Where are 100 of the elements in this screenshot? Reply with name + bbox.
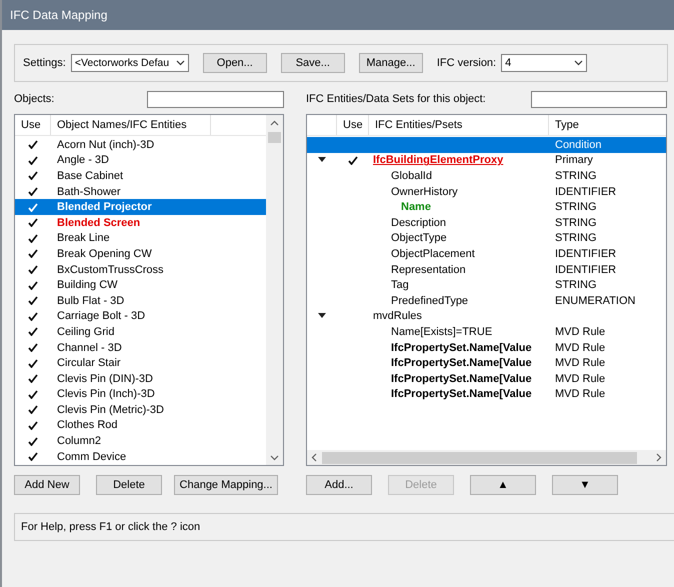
entity-type: STRING <box>555 170 597 182</box>
check-icon[interactable] <box>28 358 38 368</box>
object-row[interactable]: Building CW <box>15 277 266 293</box>
objects-search-field[interactable] <box>147 90 284 108</box>
object-row[interactable]: Column2 <box>15 433 266 449</box>
action-button[interactable]: Delete <box>96 475 162 495</box>
settings-button[interactable]: Manage... <box>358 53 423 73</box>
action-button[interactable]: Add... <box>306 475 372 495</box>
action-button[interactable]: ▲ <box>470 475 536 495</box>
check-icon[interactable] <box>28 265 38 274</box>
tree-row[interactable]: Condition <box>307 137 666 153</box>
column-header[interactable]: Use <box>15 115 51 135</box>
object-name: Acorn Nut (inch)-3D <box>56 138 154 151</box>
scroll-up-icon[interactable] <box>270 120 279 126</box>
object-row[interactable]: Blended Screen <box>15 214 266 231</box>
entities-label: IFC Entities/Data Sets for this object: <box>306 93 486 105</box>
check-icon[interactable] <box>28 296 38 306</box>
object-row[interactable]: Clothes Rod <box>15 418 266 434</box>
settings-button[interactable]: Save... <box>280 53 345 73</box>
entity-type: MVD Rule <box>555 372 606 385</box>
check-icon[interactable] <box>28 249 38 258</box>
check-icon[interactable] <box>28 218 38 228</box>
status-text: For Help, press F1 or click the ? icon <box>21 521 200 533</box>
check-icon[interactable] <box>28 327 38 336</box>
check-icon[interactable] <box>28 436 38 446</box>
check-icon[interactable] <box>28 343 38 352</box>
tree-row[interactable]: mvdRules <box>307 308 666 324</box>
object-name: Comm Device <box>56 450 126 463</box>
check-icon[interactable] <box>28 405 38 414</box>
object-row[interactable]: Channel - 3D <box>15 340 266 356</box>
scroll-thumb[interactable] <box>322 452 637 464</box>
object-name: Break Line <box>56 232 110 244</box>
column-header[interactable]: Use <box>337 115 369 135</box>
object-row[interactable]: BxCustomTrussCross <box>15 262 266 278</box>
chevron-icon <box>574 60 584 66</box>
column-header[interactable]: Type <box>549 115 579 135</box>
object-row[interactable]: Angle - 3D <box>15 152 266 168</box>
object-name: Channel - 3D <box>56 342 122 354</box>
check-icon[interactable] <box>28 374 38 384</box>
settings-dropdown[interactable]: <Vectorworks Defau <box>70 54 189 72</box>
scroll-thumb[interactable] <box>268 132 281 143</box>
object-row[interactable]: Base Cabinet <box>15 168 266 184</box>
horizontal-scrollbar[interactable] <box>307 450 666 465</box>
check-icon[interactable] <box>28 452 38 462</box>
entities-search-field[interactable] <box>531 90 667 108</box>
scroll-right-icon[interactable] <box>656 453 662 462</box>
expand-icon[interactable] <box>318 313 326 320</box>
object-row[interactable]: Comm Device <box>15 448 266 464</box>
object-name: Clevis Pin (Inch)-3D <box>56 388 155 400</box>
entity-name: IfcPropertySet.Name[Value <box>390 342 532 354</box>
object-row[interactable]: Ceiling Grid <box>15 324 266 340</box>
object-row[interactable]: Break Line <box>15 230 266 246</box>
check-icon[interactable] <box>28 420 38 430</box>
object-row[interactable]: Clevis Pin (Inch)-3D <box>15 386 266 402</box>
expand-icon[interactable] <box>318 157 326 164</box>
check-icon[interactable] <box>348 156 358 165</box>
object-row[interactable]: Bulb Flat - 3D <box>15 292 266 309</box>
scroll-down-icon[interactable] <box>270 455 279 461</box>
object-row[interactable]: Clevis Pin (Metric)-3D <box>15 402 266 418</box>
action-button[interactable]: Change Mapping... <box>174 475 278 495</box>
version-label: IFC version: <box>436 57 496 69</box>
entity-type: MVD Rule <box>555 388 606 400</box>
vertical-scrollbar[interactable] <box>266 115 283 465</box>
check-icon[interactable] <box>28 312 38 321</box>
check-icon[interactable] <box>28 171 38 180</box>
object-name: Ceiling Grid <box>56 326 114 338</box>
column-header[interactable]: IFC Entities/Psets <box>369 115 549 135</box>
entity-name: IfcPropertySet.Name[Value <box>390 388 532 400</box>
version-dropdown[interactable]: 4 <box>501 54 588 72</box>
entity-name: IfcPropertySet.Name[Value <box>390 372 532 385</box>
entity-name: PredefinedType <box>390 294 468 307</box>
object-row[interactable]: Clevis Pin (DIN)-3D <box>15 370 266 386</box>
entity-name: ObjectPlacement <box>390 248 475 260</box>
check-icon[interactable] <box>28 390 38 399</box>
check-icon[interactable] <box>28 234 38 243</box>
settings-button[interactable]: Open... <box>202 53 267 73</box>
object-name: Blended Projector <box>56 201 152 214</box>
action-button[interactable]: ▼ <box>552 475 618 495</box>
object-name: Clevis Pin (Metric)-3D <box>56 404 164 416</box>
action-button[interactable]: Add New <box>14 475 80 495</box>
object-row[interactable]: Carriage Bolt - 3D <box>15 308 266 324</box>
entity-name: Tag <box>390 279 409 292</box>
check-icon[interactable] <box>28 187 38 196</box>
check-icon[interactable] <box>28 280 38 290</box>
check-icon[interactable] <box>28 140 38 150</box>
entity-type: MVD Rule <box>555 357 606 370</box>
object-row[interactable]: Break Opening CW <box>15 246 266 262</box>
object-row[interactable]: Blended Projector <box>15 199 266 215</box>
scroll-left-icon[interactable] <box>311 453 317 462</box>
chevron-icon <box>176 60 185 66</box>
entity-type: STRING <box>555 201 597 214</box>
tree-row[interactable]: IfcBuildingElementProxy Primary <box>307 152 666 168</box>
entity-name: GlobalId <box>390 170 432 182</box>
column-header[interactable]: Object Names/IFC Entities <box>51 115 211 135</box>
object-name: BxCustomTrussCross <box>56 264 164 276</box>
check-icon[interactable] <box>28 156 38 165</box>
object-row[interactable]: Bath-Shower <box>15 184 266 200</box>
entity-name: Name[Exists]=TRUE <box>390 326 492 338</box>
object-row[interactable]: Acorn Nut (inch)-3D <box>15 137 266 153</box>
object-row[interactable]: Circular Stair <box>15 355 266 371</box>
